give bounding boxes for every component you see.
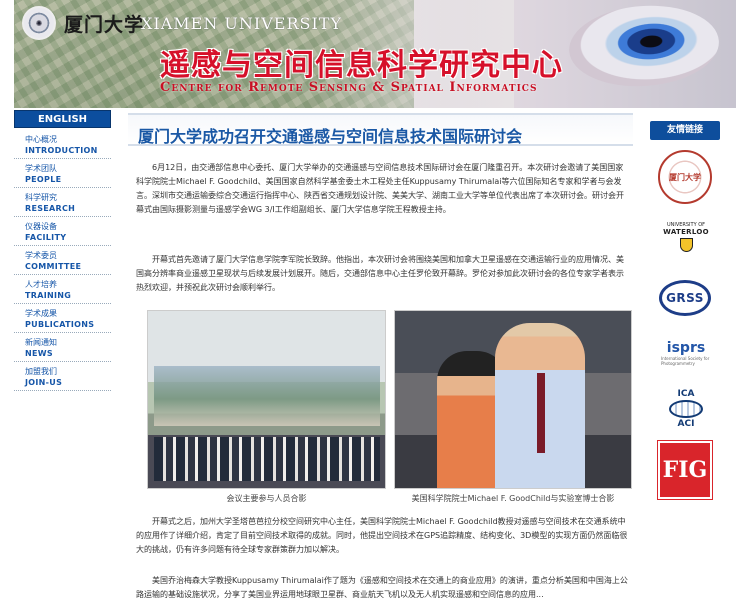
centre-title-en: Centre for Remote Sensing & Spatial Info… <box>160 80 538 95</box>
nav-item-research[interactable]: 科学研究 RESEARCH <box>14 188 111 217</box>
centre-title-cn: 遥感与空间信息科学研究中心 <box>160 48 563 83</box>
nav-item-label-cn: 加盟我们 <box>25 367 57 376</box>
nav-item-label-en: JOIN-US <box>25 378 63 387</box>
people-row-front <box>154 459 380 481</box>
photo-caption-2: 美国科学院院士Michael F. GoodChild与实验室博士合影 <box>411 494 615 503</box>
article-paragraph-3: 开幕式之后，加州大学圣塔芭芭拉分校空间研究中心主任，美国科学院院士Michael… <box>136 517 628 554</box>
isprs-logo-subtitle: International Society for Photogrammetry <box>661 356 710 366</box>
university-name-en: XIAMEN UNIVERSITY <box>141 14 343 33</box>
article-title: 厦门大学成功召开交通遥感与空间信息技术国际研讨会 <box>128 113 633 146</box>
nav-item-news[interactable]: 新闻通知 NEWS <box>14 333 111 362</box>
nav-item-label-cn: 学术团队 <box>25 164 57 173</box>
stage-backdrop <box>154 366 380 426</box>
goodchild-photo <box>394 310 632 489</box>
nav-item-label-cn: 新闻通知 <box>25 338 57 347</box>
article-paragraph-4: 美国乔治梅森大学教授Kuppusamy Thirumalai作了题为《遥感和空间… <box>136 576 628 599</box>
isprs-logo-text: isprs <box>666 340 706 356</box>
university-name-cn: 厦门大学 <box>64 14 145 36</box>
nav-item-people[interactable]: 学术团队 PEOPLE <box>14 159 111 188</box>
isprs-logo[interactable]: isprs International Society for Photogra… <box>661 336 711 370</box>
nav-item-label-en: PEOPLE <box>25 175 62 184</box>
nav-item-label-cn: 人才培养 <box>25 280 57 289</box>
site-banner: ✺ 厦门大学 XIAMEN UNIVERSITY 遥感与空间信息科学研究中心 C… <box>14 0 736 108</box>
nav-item-training[interactable]: 人才培养 TRAINING <box>14 275 111 304</box>
nav-item-label-en: COMMITTEE <box>25 262 82 271</box>
article: 厦门大学成功召开交通遥感与空间信息技术国际研讨会 <box>128 113 633 146</box>
nav-item-label-cn: 科学研究 <box>25 193 57 202</box>
nav-item-label-en: RESEARCH <box>25 204 76 213</box>
nav-item-committee[interactable]: 学术委员 COMMITTEE <box>14 246 111 275</box>
ica-logo-bottom: ACI <box>677 419 695 429</box>
nav-item-join-us[interactable]: 加盟我们 JOIN-US <box>14 362 111 391</box>
people-row-back <box>154 437 380 459</box>
waterloo-logo-text: WATERLOO <box>663 228 709 236</box>
university-seal-icon: ✺ <box>22 6 56 40</box>
friendly-links-heading: 友情链接 <box>650 121 720 140</box>
nav-item-label-en: TRAINING <box>25 291 72 300</box>
nav-item-label-cn: 仪器设备 <box>25 222 57 231</box>
english-link[interactable]: ENGLISH <box>14 110 111 128</box>
nav-item-label-en: INTRODUCTION <box>25 146 98 155</box>
nav-item-introduction[interactable]: 中心概况 INTRODUCTION <box>14 130 111 159</box>
article-paragraph-2: 开幕式首先邀请了厦门大学信息学院李军院长致辞。他指出，本次研讨会将围绕美国和加拿… <box>136 255 624 292</box>
photo-caption-1: 会议主要参与人员合影 <box>226 494 307 503</box>
nav-item-label-en: FACILITY <box>25 233 67 242</box>
ica-logo[interactable]: ICA ACI <box>659 385 713 433</box>
nav-item-publications[interactable]: 学术成果 PUBLICATIONS <box>14 304 111 333</box>
nav-item-label-cn: 学术委员 <box>25 251 57 260</box>
grss-logo[interactable]: GRSS <box>659 280 711 316</box>
tie <box>537 373 545 453</box>
xiamen-university-logo[interactable]: 厦门大学 <box>658 150 712 204</box>
grss-logo-text: GRSS <box>666 291 704 305</box>
group-photo <box>147 310 386 489</box>
nav-item-label-cn: 中心概况 <box>25 135 57 144</box>
shield-icon <box>679 238 693 252</box>
friendly-links: 友情链接 <box>650 121 720 140</box>
fig-logo-text: FIG <box>662 457 708 483</box>
left-navigation: ENGLISH 中心概况 INTRODUCTION 学术团队 PEOPLE 科学研究… <box>14 110 111 391</box>
eye-image <box>566 0 722 92</box>
globe-icon <box>669 400 703 418</box>
waterloo-logo[interactable]: UNIVERSITY OF WATERLOO <box>663 216 709 258</box>
nav-list: 中心概况 INTRODUCTION 学术团队 PEOPLE 科学研究 RESEARCH… <box>14 130 111 391</box>
ica-logo-top: ICA <box>677 389 695 399</box>
nav-item-label-en: NEWS <box>25 349 53 358</box>
xmu-logo-text: 厦门大学 <box>669 171 701 182</box>
article-paragraph-1: 6月12日，由交通部信息中心委托、厦门大学举办的交通遥感与空间信息技术国际研讨会… <box>136 163 624 214</box>
fig-logo[interactable]: FIG <box>658 441 712 499</box>
nav-item-label-cn: 学术成果 <box>25 309 57 318</box>
nav-item-label-en: PUBLICATIONS <box>25 320 95 329</box>
nav-item-facility[interactable]: 仪器设备 FACILITY <box>14 217 111 246</box>
